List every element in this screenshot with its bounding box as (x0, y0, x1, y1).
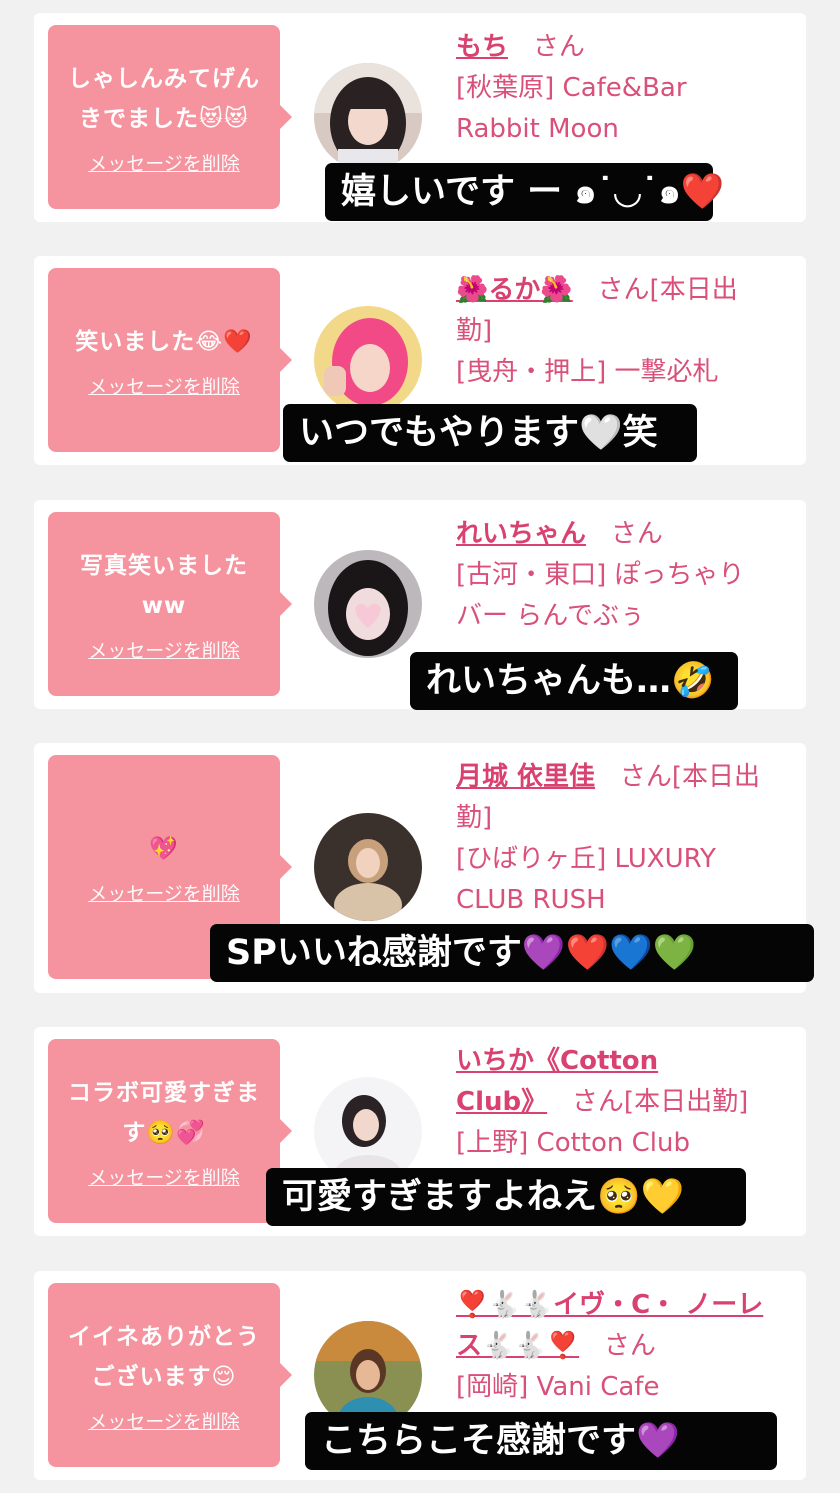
profile-info: いちか《Cotton Club》 さん[本日出勤] [上野] Cotton Cl… (456, 1041, 800, 1164)
honorific: さん[本日出勤] (571, 1087, 749, 1117)
avatar[interactable] (314, 550, 422, 658)
profile-info: れいちゃん さん [古河・東口] ぽっちゃり バー らんでぶぅ (456, 514, 800, 637)
shop-line: CLUB RUSH (456, 885, 606, 915)
message-text: コラボ可愛すぎま す🥺💞 (68, 1073, 260, 1153)
profile-name-link-continued[interactable]: Club》 (456, 1087, 547, 1117)
honorific: さん (603, 1331, 656, 1361)
honorific: さん (532, 32, 585, 62)
delete-message-link[interactable]: メッセージを削除 (88, 1163, 240, 1190)
message-bubble: しゃしんみてげん きでました😻😻 メッセージを削除 (48, 25, 292, 209)
honorific: さん[本日出 (619, 762, 761, 792)
message-bubble: コラボ可愛すぎま す🥺💞 メッセージを削除 (48, 1039, 292, 1223)
avatar[interactable] (314, 306, 422, 414)
message-bubble: 写真笑いました ww メッセージを削除 (48, 512, 292, 696)
profile-name-link[interactable]: もち (456, 32, 508, 62)
delete-message-link[interactable]: メッセージを削除 (88, 1407, 240, 1434)
message-text: イイネありがとう ございます😌 (68, 1317, 260, 1397)
overlay-caption: SPいいね感謝です💜❤️💙💚 (210, 924, 814, 982)
message-line: コラボ可愛すぎま (68, 1079, 260, 1106)
message-line: 笑いました😂❤️ (75, 328, 253, 355)
avatar[interactable] (314, 63, 422, 171)
shop-line: [曳舟・押上] 一撃必札 (456, 357, 719, 387)
delete-message-link[interactable]: メッセージを削除 (88, 372, 240, 399)
shop-line: バー らんでぶぅ (456, 601, 645, 631)
profile-name-link[interactable]: ❣️🐇🐇イヴ・C・ ノーレ (456, 1290, 763, 1320)
overlay-caption: 可愛すぎますよねえ🥺💛 (266, 1168, 746, 1226)
profile-info: ❣️🐇🐇イヴ・C・ ノーレ ス🐇🐇❣️ さん [岡崎] Vani Cafe (456, 1285, 800, 1408)
honorific: さん[本日出 (597, 275, 738, 305)
message-line: 💖 (149, 835, 179, 862)
message-line: きでました😻😻 (79, 105, 249, 132)
message-bubble: 笑いました😂❤️ メッセージを削除 (48, 268, 292, 452)
overlay-caption: 嬉しいです ー ๑˙◡˙๑❤️ (325, 163, 724, 221)
shop-line: [上野] Cotton Club (456, 1128, 691, 1158)
delete-message-link[interactable]: メッセージを削除 (88, 636, 240, 663)
profile-name-link-continued[interactable]: ス🐇🐇❣️ (456, 1331, 579, 1361)
message-text: 💖 (149, 829, 179, 869)
shop-line: [古河・東口] ぽっちゃり (456, 560, 745, 590)
overlay-caption: いつでもやります🤍笑 (283, 404, 697, 462)
delete-message-link[interactable]: メッセージを削除 (88, 149, 240, 176)
shop-line: [ひばりヶ丘] LUXURY (456, 844, 716, 874)
overlay-caption: れいちゃんも…🤣 (410, 652, 738, 710)
profile-name-link[interactable]: れいちゃん (456, 519, 586, 549)
message-bubble: イイネありがとう ございます😌 メッセージを削除 (48, 1283, 292, 1467)
profile-name-link[interactable]: いちか《Cotton (456, 1046, 658, 1076)
message-line: す🥺💞 (122, 1119, 206, 1146)
profile-name-link[interactable]: 月城 依里佳 (456, 762, 595, 792)
honorific: さん (610, 519, 663, 549)
profile-info: 🌺るか🌺 さん[本日出 勤] [曳舟・押上] 一撃必札 (456, 270, 800, 393)
message-line: ww (141, 592, 187, 619)
avatar[interactable] (314, 813, 422, 921)
profile-info: もち さん [秋葉原] Cafe&Bar Rabbit Moon (456, 27, 800, 150)
shop-line: [秋葉原] Cafe&Bar (456, 73, 687, 103)
overlay-caption: こちらこそ感謝です💜 (305, 1412, 777, 1470)
message-line: しゃしんみてげん (68, 65, 260, 92)
profile-info: 月城 依里佳 さん[本日出 勤] [ひばりヶ丘] LUXURY CLUB RUS… (456, 757, 800, 921)
honorific-continued: 勤] (456, 803, 493, 833)
profile-name-link[interactable]: 🌺るか🌺 (456, 275, 573, 305)
message-text: 笑いました😂❤️ (75, 322, 253, 362)
delete-message-link[interactable]: メッセージを削除 (88, 879, 240, 906)
honorific-continued: 勤] (456, 316, 493, 346)
shop-line: Rabbit Moon (456, 114, 619, 144)
message-line: イイネありがとう (68, 1323, 260, 1350)
message-line: 写真笑いました (80, 552, 248, 579)
message-text: 写真笑いました ww (80, 546, 248, 626)
shop-line: [岡崎] Vani Cafe (456, 1372, 660, 1402)
message-text: しゃしんみてげん きでました😻😻 (68, 59, 260, 139)
message-line: ございます😌 (91, 1363, 237, 1390)
